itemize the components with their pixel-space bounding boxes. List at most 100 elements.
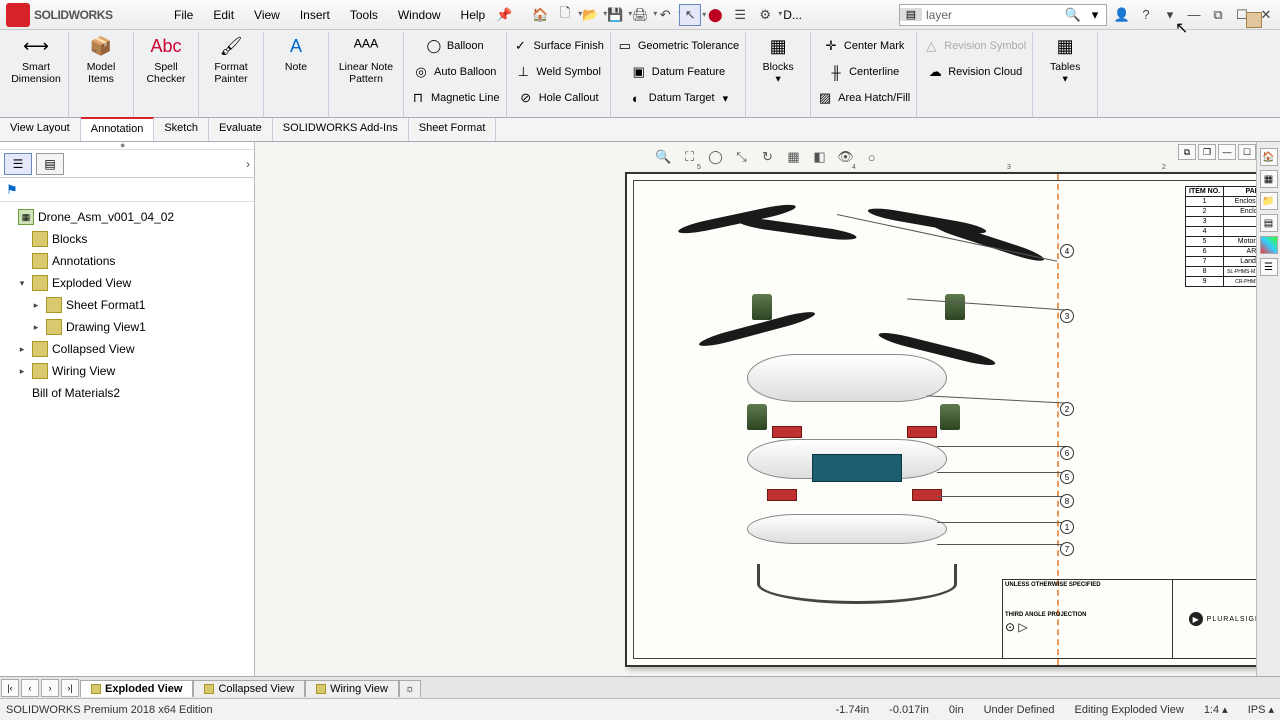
balloon-8[interactable]: 8 [1060, 494, 1074, 508]
tree-expand-icon[interactable]: › [246, 157, 250, 171]
open-icon[interactable]: 📂 [579, 4, 601, 26]
tree-annotations[interactable]: Annotations [2, 250, 252, 272]
menu-edit[interactable]: Edit [205, 4, 242, 26]
tree-root[interactable]: ▦Drone_Asm_v001_04_02 [2, 206, 252, 228]
tab-view-layout[interactable]: View Layout [0, 118, 81, 141]
menu-file[interactable]: File [166, 4, 201, 26]
title-block[interactable]: UNLESS OTHERWISE SPECIFIED THIRD ANGLE P… [1002, 579, 1280, 659]
blocks-button[interactable]: ▦Blocks▾ [750, 32, 806, 85]
tab-sheet-format[interactable]: Sheet Format [409, 118, 497, 141]
tree-wiring-view[interactable]: ▸Wiring View [2, 360, 252, 382]
area-hatch-button[interactable]: ▨Area Hatch/Fill [813, 86, 914, 110]
note-button[interactable]: ANote [268, 32, 324, 74]
balloon-1[interactable]: 1 [1060, 520, 1074, 534]
doc-max-icon[interactable]: ❐ [1198, 144, 1216, 160]
layout-icon[interactable]: ⧉ [1207, 4, 1229, 26]
model-items-button[interactable]: 📦Model Items [73, 32, 129, 85]
drawing-canvas[interactable]: 🔍 ⛶ ◯ ⤡ ↻ ▦ ◧ 👁 ○ ⧉ ❐ — ☐ ✕ 5 4 3 2 1 [255, 142, 1280, 676]
menu-tools[interactable]: Tools [342, 4, 386, 26]
select-icon[interactable]: ↖ [679, 4, 701, 26]
tables-button[interactable]: ▦Tables▾ [1037, 32, 1093, 85]
add-sheet-button[interactable]: ☼ [399, 680, 421, 697]
status-scale-dropdown[interactable]: 1:4 ▴ [1204, 703, 1228, 716]
nav-next-icon[interactable]: › [41, 679, 59, 697]
tab-sketch[interactable]: Sketch [154, 118, 209, 141]
tree-exploded-view[interactable]: ▾Exploded View [2, 272, 252, 294]
taskpane-resources-icon[interactable]: ▦ [1260, 170, 1278, 188]
taskpane-view-icon[interactable]: ▤ [1260, 214, 1278, 232]
datum-target-button[interactable]: ◐Datum Target ▾ [624, 86, 732, 110]
smart-dimension-button[interactable]: ⟷Smart Dimension [8, 32, 64, 85]
menu-insert[interactable]: Insert [292, 4, 338, 26]
menu-help[interactable]: Help [453, 4, 494, 26]
menu-window[interactable]: Window [390, 4, 449, 26]
tab-annotation[interactable]: Annotation [81, 117, 155, 141]
sheet-tab-exploded[interactable]: Exploded View [80, 680, 193, 697]
search-icon[interactable]: 🔍 [1062, 7, 1084, 23]
balloon-7[interactable]: 7 [1060, 542, 1074, 556]
exploded-drone-view[interactable] [677, 194, 1037, 634]
linear-note-pattern-button[interactable]: ᴬᴬᴬLinear Note Pattern [333, 32, 399, 85]
save-icon[interactable]: 💾 [604, 4, 626, 26]
tree-tab-feature[interactable]: ☰ [4, 153, 32, 175]
new-icon[interactable]: 🗋 [554, 4, 576, 26]
nav-prev-icon[interactable]: ‹ [21, 679, 39, 697]
balloon-4[interactable]: 4 [1060, 244, 1074, 258]
tree-blocks[interactable]: Blocks [2, 228, 252, 250]
search-input[interactable] [922, 8, 1062, 22]
help-icon[interactable]: ? [1135, 4, 1157, 26]
tree-bom[interactable]: Bill of Materials2 [2, 382, 252, 404]
balloon-button[interactable]: ◯Balloon [422, 34, 488, 58]
tree-collapsed-view[interactable]: ▸Collapsed View [2, 338, 252, 360]
pin-icon[interactable]: 📌 [493, 4, 515, 26]
spell-checker-button[interactable]: AbcSpell Checker [138, 32, 194, 85]
geo-icon: ▭ [617, 38, 633, 54]
home-icon[interactable]: 🏠 [529, 4, 551, 26]
center-mark-button[interactable]: ✛Center Mark [819, 34, 909, 58]
balloon-2[interactable]: 2 [1060, 402, 1074, 416]
taskpane-props-icon[interactable]: ☰ [1260, 258, 1278, 276]
user-icon[interactable]: 👤 [1111, 4, 1133, 26]
taskpane-appearance-icon[interactable] [1260, 236, 1278, 254]
geo-tolerance-button[interactable]: ▭Geometric Tolerance [613, 34, 743, 58]
magnetic-line-button[interactable]: ⊓Magnetic Line [406, 86, 504, 110]
search-scope-icon[interactable]: ▤ [900, 8, 922, 21]
doc-min-icon[interactable]: — [1218, 144, 1236, 160]
auto-balloon-button[interactable]: ◎Auto Balloon [409, 60, 500, 84]
tree-tab-display[interactable]: ▤ [36, 153, 64, 175]
options-list-icon[interactable]: ☰ [729, 4, 751, 26]
nav-last-icon[interactable]: ›| [61, 679, 79, 697]
taskpane-library-icon[interactable]: 📁 [1260, 192, 1278, 210]
sheet-tab-wiring[interactable]: Wiring View [305, 680, 399, 697]
centerline-button[interactable]: ╫Centerline [824, 60, 903, 84]
tree-drawing-view[interactable]: ▸Drawing View1 [2, 316, 252, 338]
minimize-icon[interactable]: — [1183, 4, 1205, 26]
search-dropdown-icon[interactable]: ▾ [1084, 7, 1106, 23]
nav-first-icon[interactable]: |‹ [1, 679, 19, 697]
tab-evaluate[interactable]: Evaluate [209, 118, 273, 141]
surface-finish-button[interactable]: ✓Surface Finish [509, 34, 608, 58]
datum-feature-button[interactable]: ▣Datum Feature [627, 60, 729, 84]
status-units-dropdown[interactable]: IPS ▴ [1248, 703, 1274, 716]
balloon-5[interactable]: 5 [1060, 470, 1074, 484]
hole-callout-button[interactable]: ⊘Hole Callout [514, 86, 603, 110]
balloon-6[interactable]: 6 [1060, 446, 1074, 460]
taskpane-home-icon[interactable]: 🏠 [1260, 148, 1278, 166]
filter-icon[interactable]: ⚑ [6, 182, 18, 197]
help-drop-icon[interactable]: ▾ [1159, 4, 1181, 26]
tree-sheet-format[interactable]: ▸Sheet Format1 [2, 294, 252, 316]
settings-icon[interactable]: ⚙ [754, 4, 776, 26]
menu-view[interactable]: View [246, 4, 288, 26]
tab-addins[interactable]: SOLIDWORKS Add-Ins [273, 118, 409, 141]
balloon-3[interactable]: 3 [1060, 309, 1074, 323]
drawing-sheet[interactable]: 5 4 3 2 1 [625, 172, 1280, 667]
doc-restore-icon[interactable]: ☐ [1238, 144, 1256, 160]
revision-cloud-button[interactable]: ☁Revision Cloud [923, 60, 1026, 84]
weld-symbol-button[interactable]: ⊥Weld Symbol [511, 60, 605, 84]
print-icon[interactable]: 🖨 [629, 4, 651, 26]
undo-icon[interactable]: ↶ [654, 4, 676, 26]
rebuild-icon[interactable]: ⬤ [704, 4, 726, 26]
sheet-tab-collapsed[interactable]: Collapsed View [193, 680, 305, 697]
format-painter-button[interactable]: 🖌Format Painter [203, 32, 259, 85]
doc-float-icon[interactable]: ⧉ [1178, 144, 1196, 160]
